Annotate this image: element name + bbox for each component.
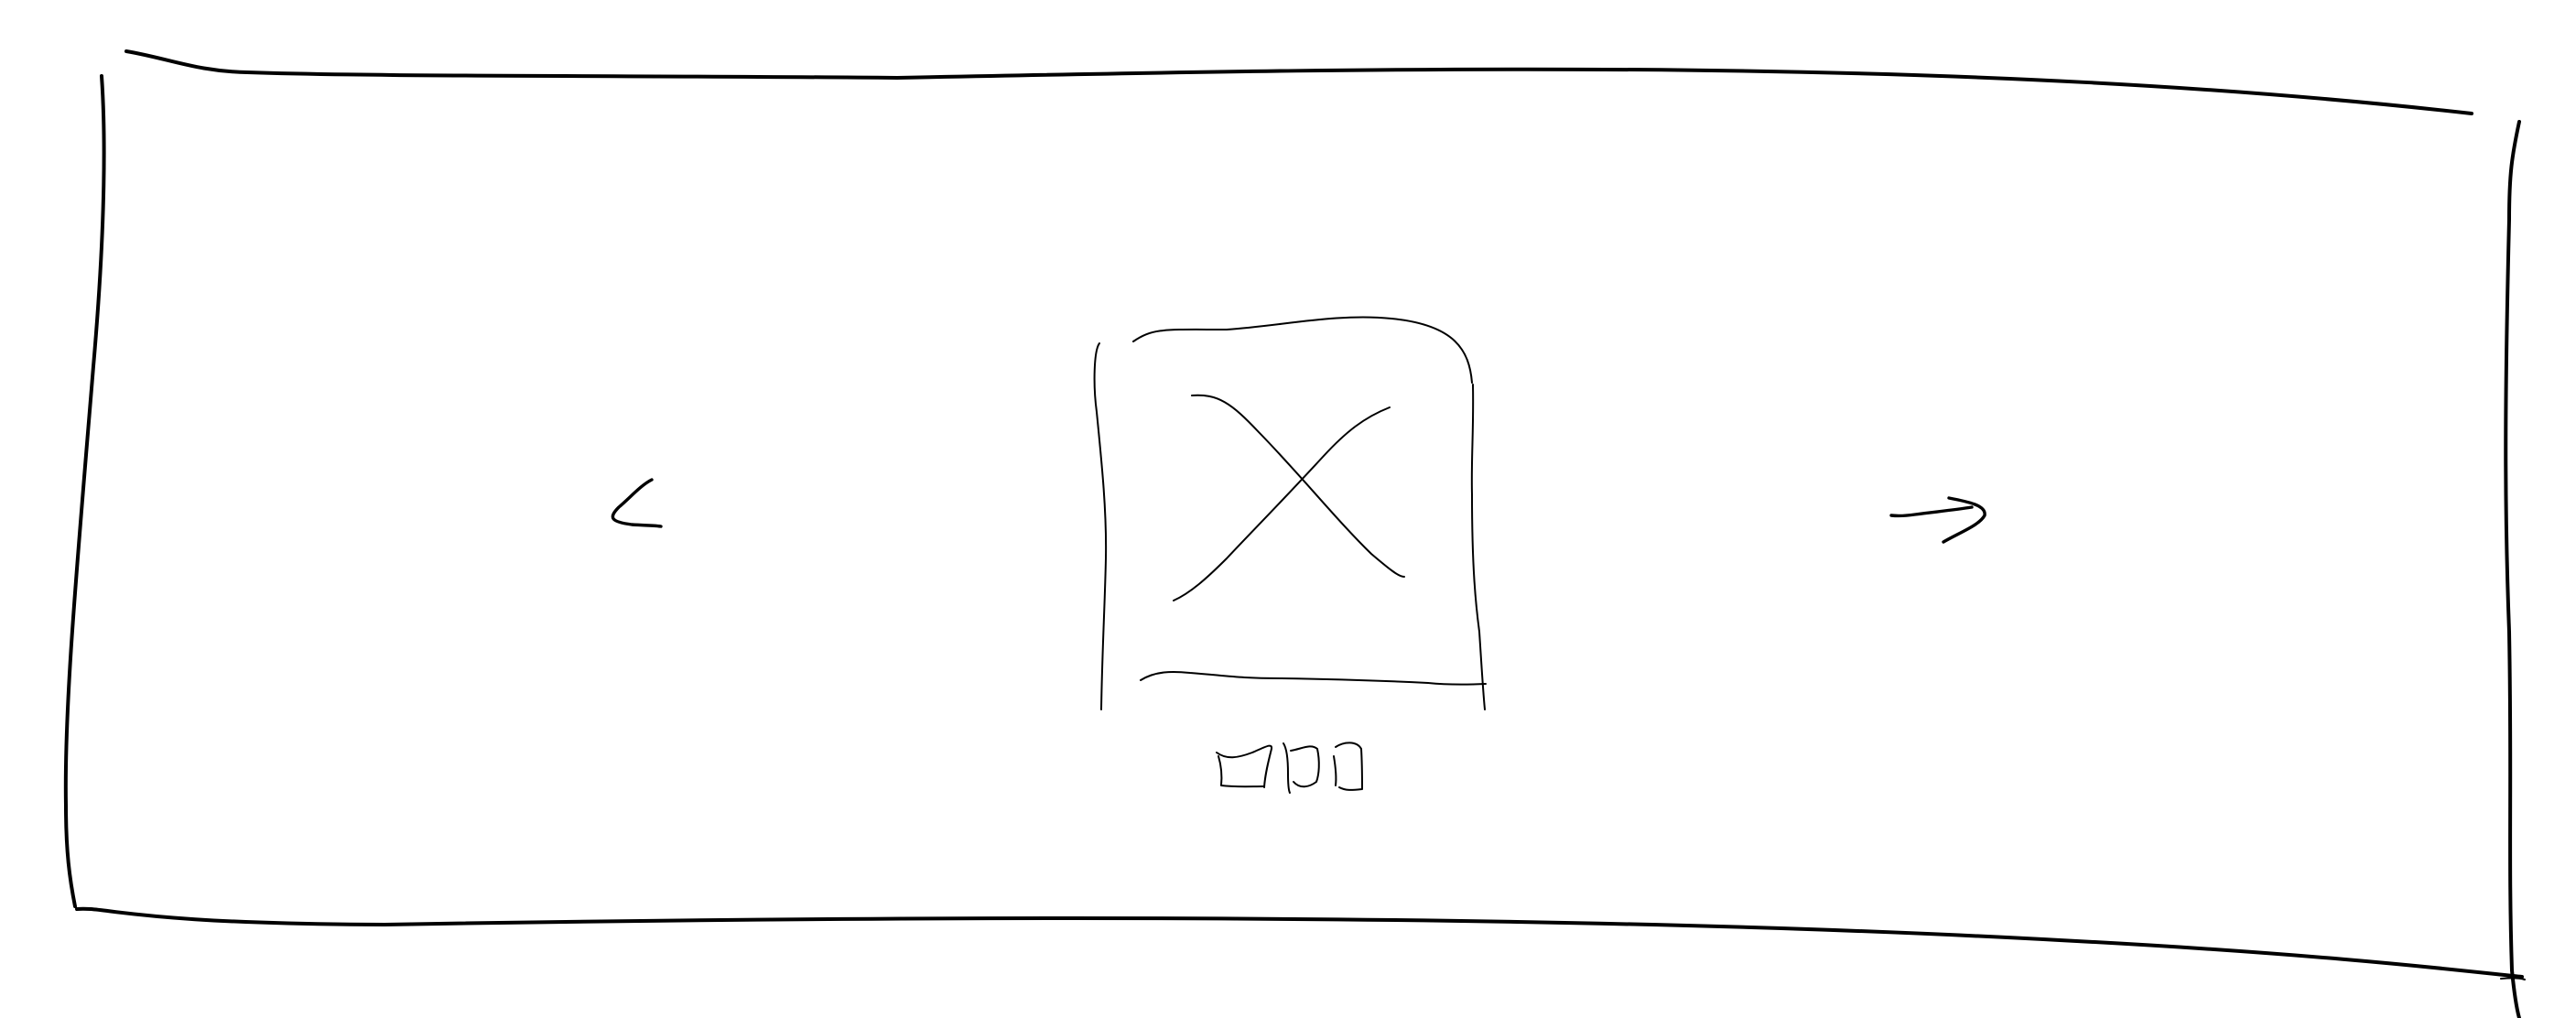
next-slide-button[interactable] — [1881, 481, 2000, 554]
slide-bottom-edge — [1140, 671, 1487, 686]
frame-bottom-edge — [75, 906, 2524, 979]
slide-top-edge — [1132, 316, 1473, 384]
frame-left-edge — [63, 74, 106, 908]
pagination-dot[interactable] — [1216, 744, 1273, 788]
image-placeholder-cross-stroke — [1173, 406, 1391, 601]
frame-right-edge — [2504, 120, 2521, 1018]
carousel-wireframe — [63, 49, 2526, 1018]
pagination-dots — [1216, 742, 1363, 794]
slide-image-placeholder — [1093, 316, 1487, 710]
slide-left-edge — [1093, 342, 1108, 710]
previous-slide-button[interactable] — [586, 458, 687, 549]
image-placeholder-icon — [1191, 394, 1405, 578]
slide-right-edge — [1470, 384, 1486, 710]
pagination-dot[interactable] — [1283, 742, 1320, 794]
pagination-dot[interactable] — [1333, 742, 1363, 791]
frame-top-edge — [124, 49, 2473, 115]
previous-slide-hit-area[interactable] — [586, 458, 687, 549]
carousel-frame — [63, 49, 2526, 1018]
